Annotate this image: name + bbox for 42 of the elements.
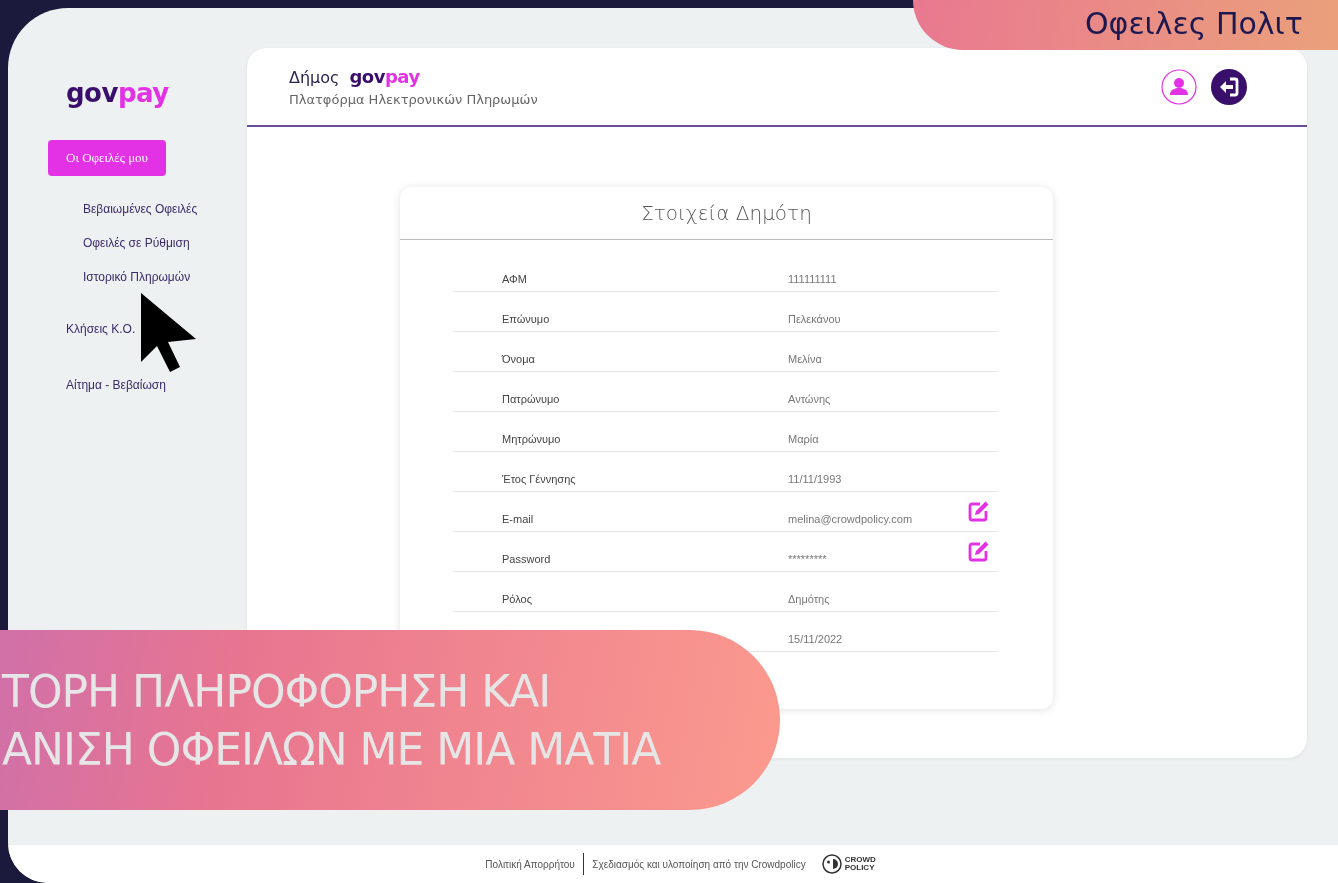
banner-heading-line: ΤΟΡΗ ΠΛΗΡΟΦΟΡΗΣΗ ΚΑΙ — [2, 666, 551, 717]
field-value: Μελίνα — [788, 353, 822, 365]
field-label: Επώνυμο — [502, 313, 550, 325]
sidebar-subitem[interactable]: Ιστορικό Πληρωμών — [83, 260, 247, 294]
sidebar-item[interactable]: Κλήσεις Κ.Ο. — [66, 310, 247, 348]
field-value: Μαρία — [788, 433, 819, 445]
privacy-policy-link[interactable]: Πολιτική Απορρήτου — [485, 858, 575, 870]
sidebar-item[interactable]: Αίτημα - Βεβαίωση — [66, 366, 247, 404]
field-label: Έτος Γέννησης — [502, 473, 576, 485]
card-title: Στοιχεία Δημότη — [641, 201, 812, 225]
field-value: Δημότης — [788, 593, 830, 605]
credit-text: Σχεδιασμός και υλοποίηση από την Crowdpolicy — [592, 858, 806, 870]
field-label: E-mail — [502, 513, 534, 525]
user-profile-icon[interactable] — [1161, 68, 1197, 105]
field-value: melina@crowdpolicy.com — [788, 513, 913, 525]
sidebar-item[interactable]: Οι Οφειλές μου — [48, 140, 167, 176]
field-value: 111111111 — [788, 273, 837, 285]
field-label: Όνομα — [502, 353, 535, 365]
govpay-logo: govpay — [349, 66, 420, 87]
edit-icon[interactable] — [968, 500, 990, 522]
banner-heading: Οφειλες Πολιτ — [1085, 6, 1303, 41]
field-label: ΑΦΜ — [502, 273, 527, 285]
crowdpolicy-logo-icon — [821, 854, 842, 874]
field-value: ********* — [788, 553, 827, 565]
banner-heading-line: ΑΝΙΣΗ ΟΦΕΙΛΩΝ ΜΕ ΜΙΑ ΜΑΤΙΑ — [2, 724, 661, 775]
municipality-label: Δήμος — [289, 68, 340, 87]
field-label: Ρόλος — [502, 593, 532, 605]
mouse-pointer-icon — [140, 292, 198, 374]
logout-icon[interactable] — [1211, 68, 1247, 105]
sidebar-subitem[interactable]: Οφειλές σε Ρύθμιση — [83, 226, 247, 260]
platform-subtitle: Πλατφόρμα Ηλεκτρονικών Πληρωμών — [289, 92, 538, 107]
field-value: 11/11/1993 — [788, 473, 842, 485]
field-label: Μητρώνυμο — [502, 433, 561, 445]
edit-icon[interactable] — [968, 540, 990, 562]
crowdpolicy-logo-text: CROWD POLICY — [844, 856, 877, 872]
govpay-logo: govpay — [66, 78, 169, 108]
sidebar-subitem[interactable]: Βεβαιωμένες Οφειλές — [83, 192, 247, 226]
field-value: Πελεκάνου — [788, 313, 841, 325]
field-value: Αντώνης — [788, 393, 831, 405]
field-label: Πατρώνυμο — [502, 393, 560, 405]
field-value: 15/11/2022 — [788, 633, 843, 645]
field-label: Password — [502, 553, 551, 565]
